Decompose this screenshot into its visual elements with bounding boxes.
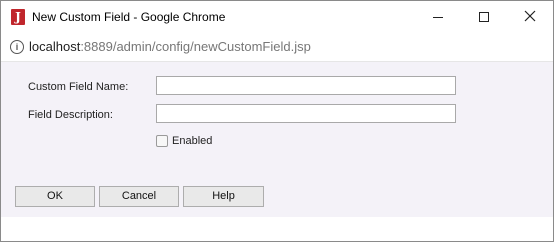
window-title: New Custom Field - Google Chrome: [32, 10, 226, 24]
browser-popup-window: J New Custom Field - Google Chrome i loc…: [0, 0, 554, 242]
url-host: localhost: [29, 39, 81, 54]
url-text[interactable]: localhost:8889/admin/config/newCustomFie…: [29, 39, 311, 55]
title-bar[interactable]: J New Custom Field - Google Chrome: [1, 1, 553, 33]
url-path: :8889/admin/config/newCustomField.jsp: [80, 39, 311, 54]
maximize-icon: [479, 12, 489, 22]
close-button[interactable]: [507, 1, 553, 33]
custom-field-name-label: Custom Field Name:: [28, 81, 129, 93]
ok-button[interactable]: OK: [15, 186, 95, 207]
jasper-app-icon: J: [11, 9, 25, 25]
field-description-input[interactable]: [156, 104, 456, 123]
minimize-icon: [433, 17, 443, 18]
field-description-label: Field Description:: [28, 109, 113, 121]
close-icon: [524, 10, 536, 22]
enabled-checkbox[interactable]: [156, 135, 168, 147]
help-button[interactable]: Help: [183, 186, 264, 207]
custom-field-name-input[interactable]: [156, 76, 456, 95]
cancel-button[interactable]: Cancel: [99, 186, 179, 207]
app-icon-letter: J: [15, 10, 21, 24]
window-bottom-strip: [1, 217, 553, 241]
enabled-label[interactable]: Enabled: [172, 134, 212, 148]
minimize-button[interactable]: [415, 1, 461, 33]
dialog-content: Custom Field Name: Field Description: En…: [1, 62, 553, 217]
address-bar[interactable]: i localhost:8889/admin/config/newCustomF…: [1, 33, 553, 62]
info-icon[interactable]: i: [10, 40, 24, 54]
maximize-button[interactable]: [461, 1, 507, 33]
